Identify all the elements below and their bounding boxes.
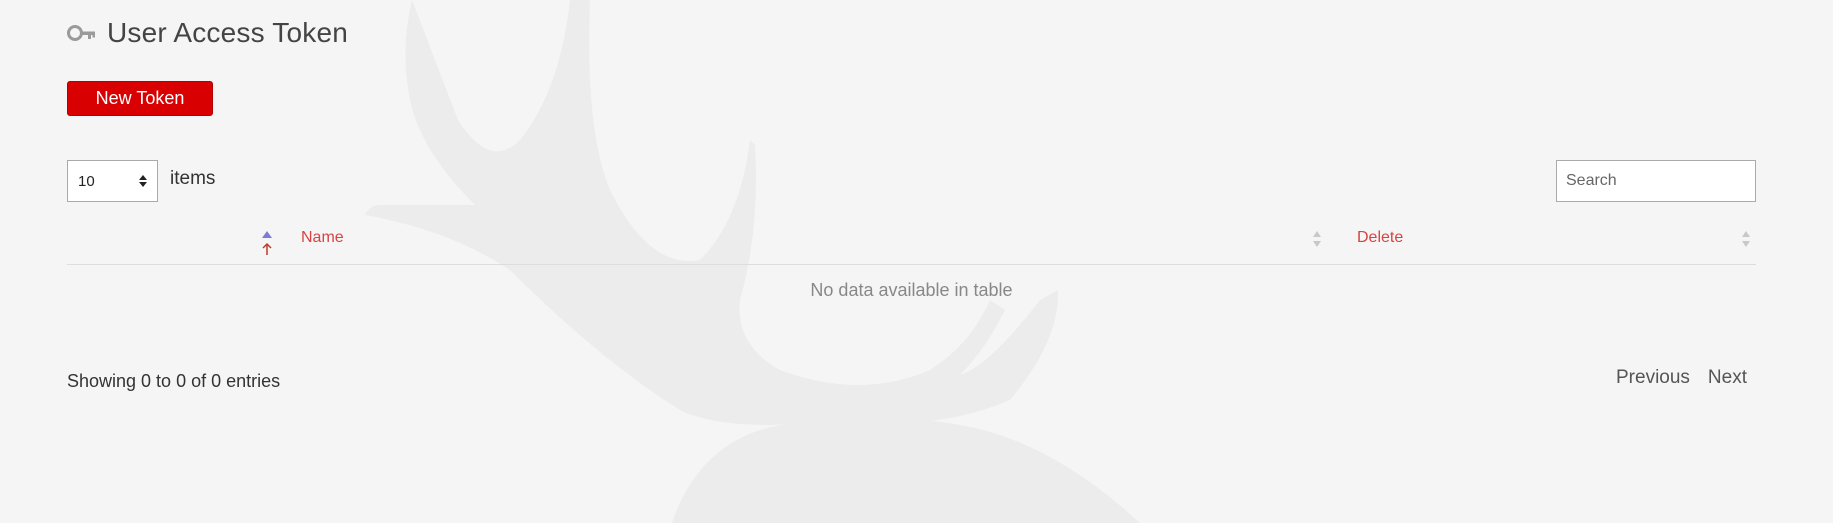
sort-both-icon[interactable]: [1741, 230, 1751, 248]
column-header-name[interactable]: Name: [301, 229, 344, 247]
page-title: User Access Token: [107, 17, 348, 48]
select-caret-icon: [139, 175, 147, 187]
next-page-button[interactable]: Next: [1708, 367, 1747, 389]
search-input[interactable]: [1556, 160, 1756, 202]
previous-page-button[interactable]: Previous: [1616, 367, 1690, 389]
table-empty-message: No data available in table: [810, 280, 1013, 300]
table-info: Showing 0 to 0 of 0 entries: [67, 371, 281, 391]
sort-both-icon[interactable]: [1312, 230, 1322, 248]
table-header: Name Delete: [67, 222, 1756, 265]
page-length-value: 10: [78, 172, 95, 190]
page-length-select[interactable]: 10: [67, 160, 158, 202]
new-token-button[interactable]: New Token: [67, 81, 213, 116]
sort-ascending-icon[interactable]: [260, 230, 274, 256]
page-header: User Access Token: [67, 17, 348, 49]
pagination: Previous Next: [1616, 367, 1747, 389]
column-header-delete[interactable]: Delete: [1357, 229, 1403, 247]
key-icon: [67, 25, 95, 41]
page-length-label: items: [170, 168, 216, 189]
